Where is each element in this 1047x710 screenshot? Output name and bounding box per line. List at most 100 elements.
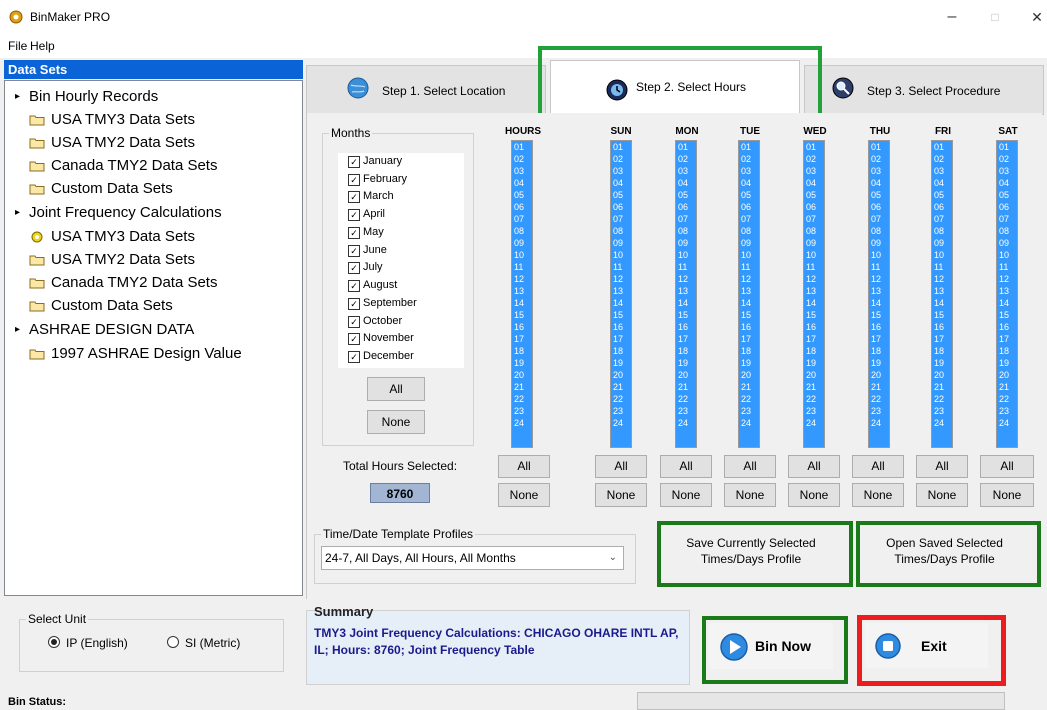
hour-option[interactable]: 07 [869,213,889,225]
hour-option[interactable]: 19 [611,357,631,369]
hour-option[interactable]: 09 [932,237,952,249]
tree-item-canada-tmy2-bin[interactable]: Canada TMY2 Data Sets [29,155,217,177]
tue-none-button[interactable]: None [724,483,776,507]
hour-option[interactable]: 09 [869,237,889,249]
hour-option[interactable]: 06 [869,201,889,213]
hour-option[interactable]: 05 [739,189,759,201]
hour-option[interactable]: 20 [739,369,759,381]
hour-option[interactable]: 17 [804,333,824,345]
hour-option[interactable]: 17 [869,333,889,345]
hour-option[interactable]: 17 [512,333,532,345]
hour-option[interactable]: 12 [869,273,889,285]
hour-option[interactable]: 07 [611,213,631,225]
hour-option[interactable]: 22 [932,393,952,405]
tab-select-location[interactable]: Step 1. Select Location [306,65,546,115]
month-check-february[interactable]: ✓ February [348,171,407,188]
tree-item-ashrae-1997[interactable]: 1997 ASHRAE Design Value [29,343,242,365]
tue-all-button[interactable]: All [724,455,776,478]
hour-option[interactable]: 18 [611,345,631,357]
hour-option[interactable]: 17 [932,333,952,345]
hour-option[interactable]: 16 [611,321,631,333]
hour-option[interactable]: 09 [611,237,631,249]
hour-option[interactable]: 05 [932,189,952,201]
month-check-june[interactable]: ✓ June [348,242,387,259]
hour-option[interactable]: 07 [932,213,952,225]
hour-option[interactable]: 16 [804,321,824,333]
hour-option[interactable]: 15 [997,309,1017,321]
sat-none-button[interactable]: None [980,483,1034,507]
hour-option[interactable]: 06 [932,201,952,213]
hour-option[interactable]: 22 [611,393,631,405]
wed-hours-list[interactable]: 01 02 03 04 05 06 07 08 09 10 11 12 13 14 15 16 17 18 19 20… [803,140,825,448]
hour-option[interactable]: 06 [739,201,759,213]
hour-option[interactable]: 24 [997,417,1017,429]
hour-option[interactable]: 13 [512,285,532,297]
hour-option[interactable]: 08 [869,225,889,237]
hour-option[interactable]: 22 [869,393,889,405]
hour-option[interactable]: 18 [739,345,759,357]
month-check-july[interactable]: ✓ July [348,259,383,276]
month-check-december[interactable]: ✓ December [348,348,414,365]
hour-option[interactable]: 16 [997,321,1017,333]
month-check-november[interactable]: ✓ November [348,330,414,347]
hour-option[interactable]: 07 [512,213,532,225]
hour-option[interactable]: 10 [997,249,1017,261]
hour-option[interactable]: 19 [997,357,1017,369]
sat-hours-list[interactable]: 01 02 03 04 05 06 07 08 09 10 11 12 13 14 15 16 17 18 19 20… [996,140,1018,448]
hour-option[interactable]: 22 [997,393,1017,405]
hour-option[interactable]: 12 [739,273,759,285]
hour-option[interactable]: 17 [739,333,759,345]
hour-option[interactable]: 23 [932,405,952,417]
hour-option[interactable]: 09 [739,237,759,249]
hour-option[interactable]: 01 [932,141,952,153]
hour-option[interactable]: 20 [512,369,532,381]
hour-option[interactable]: 13 [997,285,1017,297]
tree-group-bin-hourly[interactable]: ▸ Bin Hourly Records [15,86,158,108]
hour-option[interactable]: 19 [739,357,759,369]
hour-option[interactable]: 02 [997,153,1017,165]
template-profile-select[interactable]: 24-7, All Days, All Hours, All Months ⌄ [321,546,624,570]
hour-option[interactable]: 11 [676,261,696,273]
hour-option[interactable]: 13 [611,285,631,297]
hour-option[interactable]: 09 [997,237,1017,249]
hour-option[interactable]: 21 [512,381,532,393]
hour-option[interactable]: 03 [869,165,889,177]
hour-option[interactable]: 04 [611,177,631,189]
maximize-button[interactable]: □ [983,6,1007,28]
mon-hours-list[interactable]: 01 02 03 04 05 06 07 08 09 10 11 12 13 14 15 16 17 18 19 20… [675,140,697,448]
hour-option[interactable]: 20 [997,369,1017,381]
menu-file[interactable]: File [8,39,27,53]
hour-option[interactable]: 22 [676,393,696,405]
hour-option[interactable]: 22 [804,393,824,405]
hour-option[interactable]: 12 [932,273,952,285]
fri-all-button[interactable]: All [916,455,968,478]
hour-option[interactable]: 02 [932,153,952,165]
hour-option[interactable]: 11 [611,261,631,273]
hour-option[interactable]: 08 [512,225,532,237]
datasets-tree[interactable]: ▸ Bin Hourly Records USA TMY3 Data Sets … [4,80,303,596]
hour-option[interactable]: 01 [869,141,889,153]
hour-option[interactable]: 21 [676,381,696,393]
hour-option[interactable]: 16 [676,321,696,333]
sun-none-button[interactable]: None [595,483,647,507]
hour-option[interactable]: 07 [676,213,696,225]
months-none-button[interactable]: None [367,410,425,434]
hour-option[interactable]: 16 [869,321,889,333]
tree-item-custom-joint[interactable]: Custom Data Sets [29,295,173,317]
hour-option[interactable]: 03 [512,165,532,177]
hour-option[interactable]: 11 [997,261,1017,273]
hour-option[interactable]: 20 [676,369,696,381]
hour-option[interactable]: 15 [869,309,889,321]
hour-option[interactable]: 08 [932,225,952,237]
hour-option[interactable]: 18 [804,345,824,357]
hour-option[interactable]: 04 [676,177,696,189]
month-check-january[interactable]: ✓ January [348,153,402,170]
hour-option[interactable]: 14 [869,297,889,309]
hour-option[interactable]: 01 [997,141,1017,153]
hour-option[interactable]: 07 [739,213,759,225]
months-all-button[interactable]: All [367,377,425,401]
hour-option[interactable]: 03 [676,165,696,177]
hour-option[interactable]: 15 [611,309,631,321]
hour-option[interactable]: 01 [512,141,532,153]
month-check-august[interactable]: ✓ August [348,277,397,294]
